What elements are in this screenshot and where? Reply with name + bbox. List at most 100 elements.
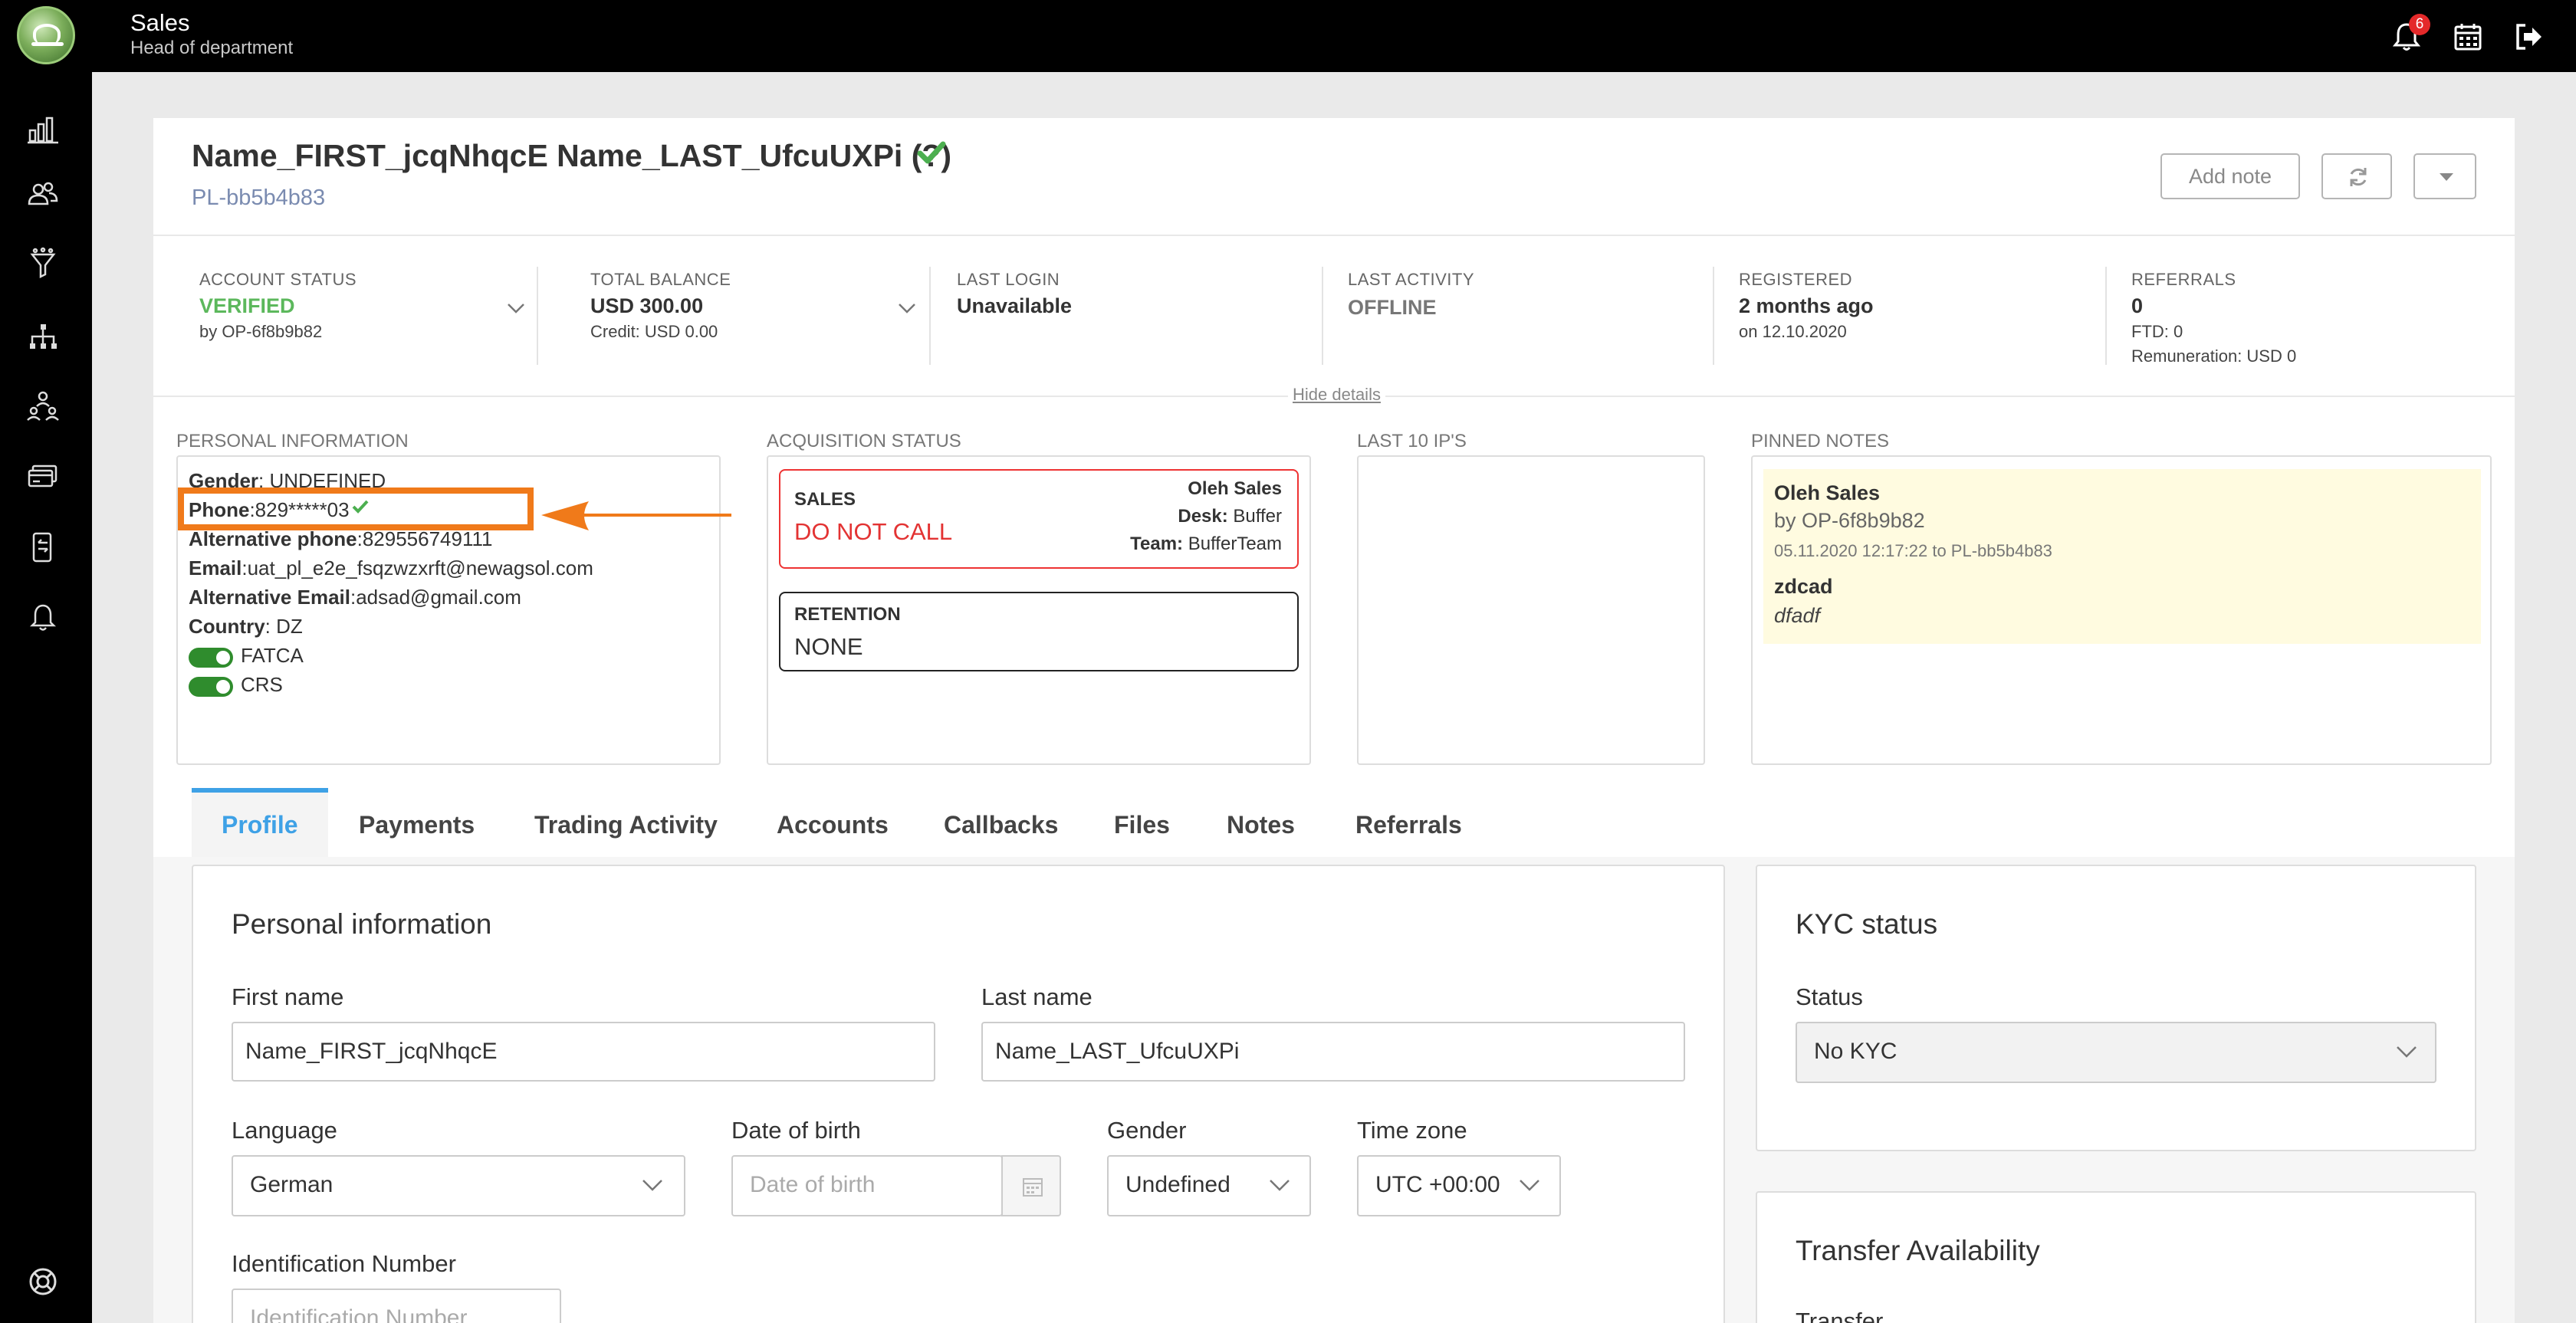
fatca-toggle[interactable] (189, 648, 233, 668)
total-balance-value: USD 300.00 (590, 294, 704, 317)
stat-label: REFERRALS (2131, 270, 2236, 289)
chevron-down-icon (2397, 1046, 2417, 1058)
alt-phone-key: Alternative phone (189, 527, 357, 550)
annotation-arrow-icon (541, 501, 731, 530)
clients-icon[interactable] (26, 178, 60, 212)
alt-email-line: Alternative Email:adsad@gmail.com (189, 586, 521, 609)
account-status-value: VERIFIED (199, 294, 295, 317)
add-note-button[interactable]: Add note (2160, 153, 2300, 199)
first-name-input[interactable]: Name_FIRST_jcqNhqcE (232, 1022, 935, 1082)
callbacks-phone-icon[interactable] (26, 530, 60, 564)
team-value: BufferTeam (1183, 533, 1282, 554)
payments-card-icon[interactable] (26, 460, 60, 494)
crs-toggle[interactable] (189, 677, 233, 697)
hide-details-link[interactable]: Hide details (1288, 385, 1385, 405)
note-author: Oleh Sales (1774, 481, 1881, 504)
chevron-down-icon (1520, 1180, 1539, 1191)
stat-sub: Remuneration: USD 0 (2131, 346, 2297, 366)
alt-phone-line: Alternative phone:829556749111 (189, 527, 492, 551)
sales-status: DO NOT CALL (794, 518, 953, 545)
crs-label: CRS (241, 673, 283, 696)
stat-sub: by OP-6f8b9b82 (199, 322, 323, 341)
dob-label: Date of birth (731, 1117, 861, 1144)
notification-badge: 6 (2409, 14, 2430, 35)
chevron-down-icon (1270, 1180, 1290, 1191)
kyc-title: KYC status (1796, 908, 1938, 940)
referrals-value: 0 (2131, 294, 2144, 317)
team-icon[interactable] (26, 389, 60, 423)
tab-notes[interactable]: Notes (1227, 811, 1295, 839)
note-body: dfadf (1774, 604, 1821, 627)
email-line: Email:uat_pl_e2e_fsqzwzxrft@newagsol.com (189, 556, 593, 580)
refresh-icon (2350, 168, 2367, 186)
tab-callbacks[interactable]: Callbacks (944, 811, 1058, 839)
last-ips-panel (1357, 455, 1705, 765)
country-value: : DZ (264, 615, 303, 638)
retention-status: NONE (794, 633, 863, 660)
more-actions-dropdown[interactable] (2413, 153, 2476, 199)
logout-icon[interactable] (2512, 20, 2545, 54)
dob-input[interactable]: Date of birth (731, 1155, 1003, 1216)
stat-separator (929, 267, 931, 365)
registered-value: 2 months ago (1739, 294, 1874, 317)
desk-line: Desk: Buffer (1073, 506, 1282, 527)
alt-email-key: Alternative Email (189, 586, 350, 609)
gender-label: Gender (1107, 1117, 1187, 1144)
personal-info-label: PERSONAL INFORMATION (176, 431, 409, 451)
team-line: Team: BufferTeam (1073, 533, 1282, 555)
notifications-bell-icon[interactable] (26, 601, 60, 635)
pinned-notes-label: PINNED NOTES (1751, 431, 1890, 451)
personal-info-form-title: Personal information (232, 908, 492, 940)
team-key: Team: (1130, 533, 1184, 554)
tab-profile[interactable]: Profile (222, 811, 298, 839)
support-lifebuoy-icon[interactable] (26, 1265, 60, 1298)
country-key: Country (189, 615, 265, 638)
top-bar (0, 0, 2576, 72)
tab-files[interactable]: Files (1114, 811, 1170, 839)
timezone-label: Time zone (1357, 1117, 1467, 1144)
highlight-box (178, 488, 534, 530)
stat-separator (1322, 267, 1323, 365)
stat-separator (537, 267, 538, 365)
kyc-status-select[interactable]: No KYC (1796, 1022, 2436, 1083)
tab-referrals[interactable]: Referrals (1355, 811, 1462, 839)
leads-funnel-icon[interactable] (26, 247, 60, 281)
alt-phone-value[interactable]: :829556749111 (357, 527, 493, 550)
email-key: Email (189, 556, 242, 579)
tab-accounts[interactable]: Accounts (777, 811, 889, 839)
chevron-down-icon[interactable] (506, 302, 526, 314)
chevron-down-icon[interactable] (897, 302, 917, 314)
tab-trading-activity[interactable]: Trading Activity (534, 811, 718, 839)
calendar-icon[interactable] (2451, 20, 2485, 54)
note-by: by OP-6f8b9b82 (1774, 509, 1925, 532)
divider (153, 235, 2515, 236)
last-name-input[interactable]: Name_LAST_UfcuUXPi (981, 1022, 1685, 1082)
calendar-icon (1023, 1178, 1043, 1197)
caret-down-icon (2440, 173, 2453, 181)
stat-label: LAST ACTIVITY (1348, 270, 1475, 289)
tabs-bar (153, 786, 2515, 857)
verified-check-icon (917, 141, 946, 164)
id-number-label: Identification Number (232, 1250, 456, 1277)
retention-title: RETENTION (794, 604, 901, 625)
sales-owner: Oleh Sales (1188, 478, 1282, 499)
app-logo[interactable] (17, 6, 75, 64)
language-select[interactable]: German (232, 1155, 685, 1216)
dashboard-chart-icon[interactable] (26, 112, 60, 146)
id-number-input[interactable]: Identification Number (232, 1289, 561, 1323)
transfer-title: Transfer Availability (1796, 1235, 2040, 1266)
user-role: Head of department (130, 38, 294, 58)
refresh-button[interactable] (2321, 153, 2392, 199)
sales-title: SALES (794, 489, 856, 510)
tab-payments[interactable]: Payments (359, 811, 475, 839)
stat-sub: on 12.10.2020 (1739, 322, 1847, 341)
stat-sub: FTD: 0 (2131, 322, 2183, 341)
kyc-status-label: Status (1796, 983, 1863, 1010)
hierarchy-icon[interactable] (26, 320, 60, 354)
client-id: PL-bb5b4b83 (192, 185, 326, 210)
app-title: Sales (130, 9, 190, 36)
client-name: Name_FIRST_jcqNhqcE Name_LAST_UfcuUXPi (… (192, 138, 952, 173)
alt-email-value[interactable]: :adsad@gmail.com (350, 586, 521, 609)
email-value[interactable]: :uat_pl_e2e_fsqzwzxrft@newagsol.com (242, 556, 593, 579)
dob-picker-button[interactable] (1001, 1155, 1061, 1216)
